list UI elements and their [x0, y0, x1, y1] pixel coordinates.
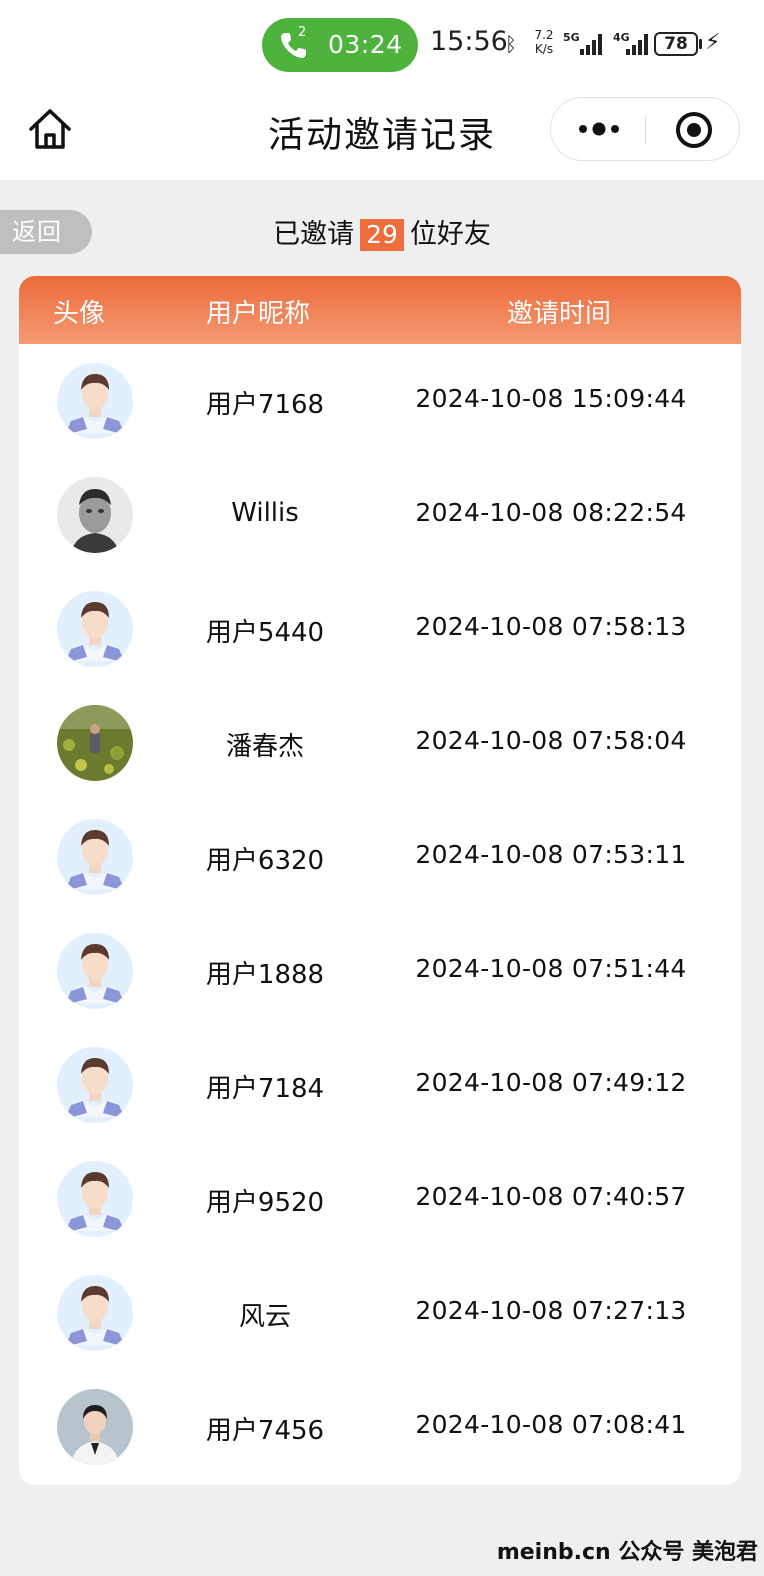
- invite-time-cell: 2024-10-08 15:09:44: [415, 384, 687, 413]
- close-target-icon[interactable]: [675, 111, 713, 149]
- nickname-cell: 用户5440: [205, 618, 325, 648]
- ongoing-call-pill[interactable]: 2 03:24: [262, 18, 418, 72]
- table-header: 头像 用户昵称 邀请时间: [19, 276, 741, 344]
- table-row: 用户1888 2024-10-08 07:51:44: [19, 914, 741, 1028]
- avatar: [57, 705, 133, 781]
- page-title: 活动邀请记录: [267, 115, 496, 156]
- nickname-cell: 潘春杰: [225, 732, 304, 762]
- invite-time-cell: 2024-10-08 08:22:54: [415, 498, 687, 527]
- invite-time-cell: 2024-10-08 07:53:11: [415, 840, 687, 869]
- invite-time-cell: 2024-10-08 07:49:12: [415, 1068, 687, 1097]
- header-avatar: 头像: [53, 299, 106, 329]
- nickname-cell: 用户6320: [205, 846, 325, 876]
- battery-tip: [699, 39, 702, 49]
- top-bar: 2 03:24 15:56 ᛒ 7.2 K/s 5G 4G 78 ⚡ 活动邀请记…: [0, 0, 764, 180]
- nickname-cell: 风云: [238, 1302, 291, 1332]
- table-row: 潘春杰 2024-10-08 07:58:04: [19, 686, 741, 800]
- nickname-cell: 用户7456: [205, 1416, 325, 1446]
- capsule-divider: [645, 116, 646, 144]
- table-row: 风云 2024-10-08 07:27:13: [19, 1256, 741, 1370]
- signal-icon: [580, 33, 604, 55]
- net-speed: 7.2 K/s: [531, 28, 557, 56]
- summary-suffix: 位好友: [409, 219, 491, 250]
- avatar: [57, 933, 133, 1009]
- battery-level: 78: [664, 34, 688, 54]
- network-type-1: 5G: [563, 31, 580, 44]
- signal-icon-2: [626, 33, 650, 55]
- avatar: [57, 1047, 133, 1123]
- net-speed-value: 7.2: [534, 28, 554, 42]
- bluetooth-icon: ᛒ: [505, 32, 517, 56]
- invite-summary: 已邀请 29 位好友: [232, 212, 532, 251]
- summary-prefix: 已邀请: [273, 219, 355, 250]
- invite-table: 头像 用户昵称 邀请时间 用户7168 2024-10-08 15:09:44 Wi…: [19, 276, 741, 1485]
- nickname-cell: 用户7184: [205, 1074, 325, 1104]
- avatar: [57, 1275, 133, 1351]
- home-icon[interactable]: [26, 106, 74, 152]
- table-row: 用户7168 2024-10-08 15:09:44: [19, 344, 741, 458]
- header-time: 邀请时间: [507, 299, 612, 329]
- avatar: [57, 477, 133, 553]
- invite-time-cell: 2024-10-08 07:51:44: [415, 954, 687, 983]
- invite-time-cell: 2024-10-08 07:08:41: [415, 1410, 687, 1439]
- avatar: [57, 363, 133, 439]
- back-button[interactable]: 返回: [0, 210, 92, 254]
- phone-icon: [281, 33, 306, 58]
- table-row: 用户5440 2024-10-08 07:58:13: [19, 572, 741, 686]
- nickname-cell: Willis: [231, 498, 299, 528]
- table-row: 用户6320 2024-10-08 07:53:11: [19, 800, 741, 914]
- mini-program-capsule: [550, 97, 740, 161]
- call-badge: 2: [298, 25, 307, 40]
- status-clock: 15:56: [430, 26, 508, 57]
- table-row: Willis 2024-10-08 08:22:54: [19, 458, 741, 572]
- avatar: [57, 591, 133, 667]
- call-timer: 03:24: [328, 30, 403, 59]
- nickname-cell: 用户9520: [205, 1188, 325, 1218]
- invite-time-cell: 2024-10-08 07:40:57: [415, 1182, 687, 1211]
- table-row: 用户9520 2024-10-08 07:40:57: [19, 1142, 741, 1256]
- nickname-cell: 用户1888: [205, 960, 325, 990]
- avatar: [57, 819, 133, 895]
- table-row: 用户7184 2024-10-08 07:49:12: [19, 1028, 741, 1142]
- charging-icon: ⚡: [705, 30, 721, 55]
- nickname-cell: 用户7168: [205, 390, 325, 420]
- invite-time-cell: 2024-10-08 07:58:04: [415, 726, 687, 755]
- invite-time-cell: 2024-10-08 07:58:13: [415, 612, 687, 641]
- invite-count-badge: 29: [360, 219, 404, 251]
- watermark-text: meinb.cn 公众号 美泡君: [496, 1540, 758, 1565]
- battery-icon: 78: [654, 32, 698, 56]
- header-nickname: 用户昵称: [206, 299, 311, 329]
- net-speed-unit: K/s: [534, 42, 554, 56]
- table-row: 用户7456 2024-10-08 07:08:41: [19, 1370, 741, 1484]
- more-icon[interactable]: [571, 108, 627, 150]
- invite-time-cell: 2024-10-08 07:27:13: [415, 1296, 687, 1325]
- avatar: [57, 1161, 133, 1237]
- avatar: [57, 1389, 133, 1465]
